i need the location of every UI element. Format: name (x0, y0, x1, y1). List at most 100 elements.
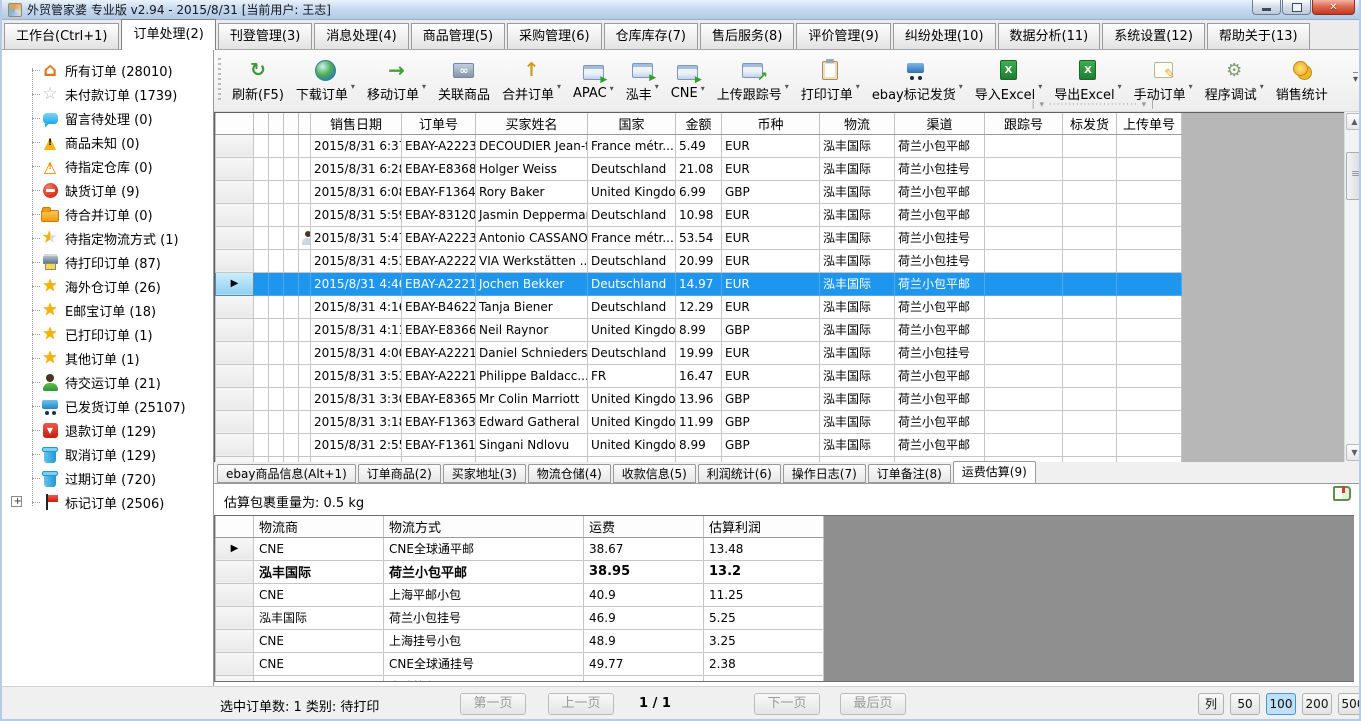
prev-page-button[interactable]: 上一页 (548, 693, 614, 715)
vertical-scrollbar[interactable]: ▲ ▼ (1344, 112, 1361, 462)
order-row[interactable]: 2015/8/31 3:18EBAY-F1363Edward GatheralU… (216, 410, 1182, 433)
scroll-up-icon[interactable]: ▲ (1346, 113, 1361, 130)
toolbar-button[interactable]: 销售统计 (1270, 53, 1334, 109)
orders-header-cell[interactable]: 物流 (820, 113, 895, 134)
order-row[interactable]: 2015/8/31 6:28EBAY-E8368Holger WeissDeut… (216, 157, 1182, 180)
menu-tab[interactable]: 仓库库存(7) (604, 23, 698, 49)
toolbar-button[interactable]: 泓丰 (620, 53, 665, 109)
page-size-button[interactable]: 200 (1302, 693, 1332, 715)
shipping-header-cell[interactable]: 物流方式 (384, 516, 584, 537)
order-row[interactable]: 2015/8/31 3:30EBAY-E8365Mr Colin Marriot… (216, 387, 1182, 410)
menu-tab[interactable]: 数据分析(11) (998, 23, 1101, 49)
detail-tab[interactable]: 收款信息(5) (613, 464, 696, 483)
detail-tab[interactable]: 买家地址(3) (443, 464, 526, 483)
orders-header-cell[interactable]: 金额 (676, 113, 722, 134)
menu-tab[interactable]: 商品管理(5) (411, 23, 505, 49)
order-row[interactable]: 2015/8/31 2:55EBAY-F1361Singani NdlovuUn… (216, 433, 1182, 456)
menu-tab[interactable]: 评价管理(9) (796, 23, 890, 49)
sidebar-item[interactable]: 过期订单 (720) (2, 466, 213, 490)
orders-header-cell[interactable]: 渠道 (895, 113, 985, 134)
sidebar-item[interactable]: 已打印订单 (1) (2, 322, 213, 346)
toolbar-button[interactable]: APAC (567, 53, 620, 109)
orders-header-cell[interactable]: 销售日期 (311, 113, 402, 134)
menu-tab[interactable]: 系统设置(12) (1102, 23, 1205, 49)
toolbar-button[interactable]: 移动订单 (361, 53, 432, 109)
shipping-header-cell[interactable]: 物流商 (254, 516, 384, 537)
detail-tab[interactable]: 利润统计(6) (698, 464, 781, 483)
order-row[interactable]: 2015/8/31 4:00EBAY-A22218Daniel Schniede… (216, 341, 1182, 364)
sidebar-item[interactable]: 待打印订单 (87) (2, 250, 213, 274)
orders-header-cell[interactable]: 标发货 (1063, 113, 1117, 134)
sidebar-item[interactable]: 待指定仓库 (0) (2, 154, 213, 178)
order-row[interactable]: 2015/8/31 4:53EBAY-A22220VIA Werkstätten… (216, 249, 1182, 272)
toolbar-button[interactable]: 关联商品 (432, 53, 496, 109)
detail-tab[interactable]: 订单备注(8) (868, 464, 951, 483)
restore-button[interactable] (1282, 0, 1311, 15)
orders-header-cell[interactable]: 国家 (588, 113, 676, 134)
expander-icon[interactable] (11, 496, 22, 507)
page-size-button[interactable]: 500 (1338, 693, 1361, 715)
toolbar-button[interactable]: ebay标记发货 (866, 53, 969, 109)
orders-header-cell[interactable]: 跟踪号 (985, 113, 1063, 134)
orders-header-cell[interactable]: 订单号 (402, 113, 476, 134)
detail-tab[interactable]: 操作日志(7) (783, 464, 866, 483)
order-row[interactable]: 2015/8/31 6:08EBAY-F1364Rory BakerUnited… (216, 180, 1182, 203)
sidebar-item[interactable]: 海外仓订单 (26) (2, 274, 213, 298)
toolbar-overflow-icon[interactable] (1353, 74, 1358, 85)
sidebar-item[interactable]: 待指定物流方式 (1) (2, 226, 213, 250)
order-row[interactable]: 2015/8/31 6:37EBAY-A22236DECOUDIER Jean-… (216, 134, 1182, 157)
menu-tab[interactable]: 帮助关于(13) (1207, 23, 1310, 49)
toolbar-button[interactable]: 打印订单 (795, 53, 866, 109)
toolbar-collapsed-strip[interactable] (1032, 100, 1155, 110)
close-button[interactable] (1312, 0, 1355, 15)
order-row[interactable]: 2015/8/31 3:53EBAY-A22217Philippe Baldac… (216, 364, 1182, 387)
orders-header-cell[interactable]: 币种 (722, 113, 820, 134)
shipping-row[interactable]: ▶CNECNE全球通平邮38.6713.48 (216, 537, 824, 560)
toolbar-button[interactable]: CNE (665, 53, 711, 109)
first-page-button[interactable]: 第一页 (460, 693, 526, 715)
menu-tab[interactable]: 消息处理(4) (314, 23, 408, 49)
page-size-button[interactable]: 100 (1266, 693, 1296, 715)
order-row[interactable]: 2015/8/31 5:59EBAY-83120...Jasmin Depper… (216, 203, 1182, 226)
orders-header-cell[interactable]: 买家姓名 (476, 113, 588, 134)
order-row[interactable]: ▶2015/8/31 4:46EBAY-A22219Jochen BekkerD… (216, 272, 1182, 295)
sidebar-item[interactable]: 标记订单 (2506) (2, 490, 213, 514)
menu-tab[interactable]: 刊登管理(3) (218, 23, 312, 49)
sidebar-item[interactable]: 缺货订单 (9) (2, 178, 213, 202)
sidebar-item[interactable]: 取消订单 (129) (2, 442, 213, 466)
page-size-button[interactable]: 50 (1230, 693, 1260, 715)
toolbar-button[interactable]: 合并订单 (496, 53, 567, 109)
toolbar-button[interactable]: 上传跟踪号 (711, 53, 795, 109)
sidebar-item[interactable]: E邮宝订单 (18) (2, 298, 213, 322)
shipping-row[interactable]: CNECNE全球通挂号49.772.38 (216, 652, 824, 675)
minimize-button[interactable] (1252, 0, 1281, 15)
shipping-header-cell[interactable]: 估算利润 (704, 516, 824, 537)
shipping-row[interactable]: 泓丰国际荷兰小包挂号46.95.25 (216, 606, 824, 629)
last-page-button[interactable]: 最后页 (840, 693, 906, 715)
detail-tab[interactable]: ebay商品信息(Alt+1) (217, 464, 356, 483)
toolbar-button[interactable]: 程序调试 (1199, 53, 1270, 109)
toolbar-button[interactable]: 下载订单 (290, 53, 361, 109)
sidebar-item[interactable]: 待合并订单 (0) (2, 202, 213, 226)
detail-tab[interactable]: 订单商品(2) (358, 464, 441, 483)
menu-tab[interactable]: 采购管理(6) (507, 23, 601, 49)
order-row[interactable]: 2015/8/31 4:16EBAY-B4622Tanja BienerDeut… (216, 295, 1182, 318)
next-page-button[interactable]: 下一页 (754, 693, 820, 715)
shipping-row[interactable]: CNE上海挂号小包48.93.25 (216, 629, 824, 652)
columns-button[interactable]: 列 (1198, 693, 1224, 715)
sidebar-item[interactable]: 已发货订单 (25107) (2, 394, 213, 418)
sidebar-item[interactable]: 待交运订单 (21) (2, 370, 213, 394)
sidebar-item[interactable]: 留言待处理 (0) (2, 106, 213, 130)
sidebar-item[interactable]: 退款订单 (129) (2, 418, 213, 442)
sidebar-item[interactable]: 其他订单 (1) (2, 346, 213, 370)
shipping-row[interactable]: 泓丰国际荷兰小包平邮38.9513.2 (216, 560, 824, 583)
book-icon[interactable] (1333, 486, 1351, 501)
menu-tab[interactable]: 订单处理(2) (121, 19, 215, 50)
order-row[interactable]: 2015/8/31 5:47EBAY-A22234Antonio CASSANO… (216, 226, 1182, 249)
scrollbar-thumb[interactable] (1346, 152, 1361, 200)
order-row[interactable]: 2015/8/31 4:11EBAY-E8366Neil RaynorUnite… (216, 318, 1182, 341)
shipping-header-cell[interactable]: 运费 (584, 516, 704, 537)
sidebar-item[interactable]: 所有订单 (28010) (2, 58, 213, 82)
detail-tab[interactable]: 物流仓储(4) (528, 464, 611, 483)
toolbar-button[interactable]: 刷新(F5) (226, 53, 290, 109)
